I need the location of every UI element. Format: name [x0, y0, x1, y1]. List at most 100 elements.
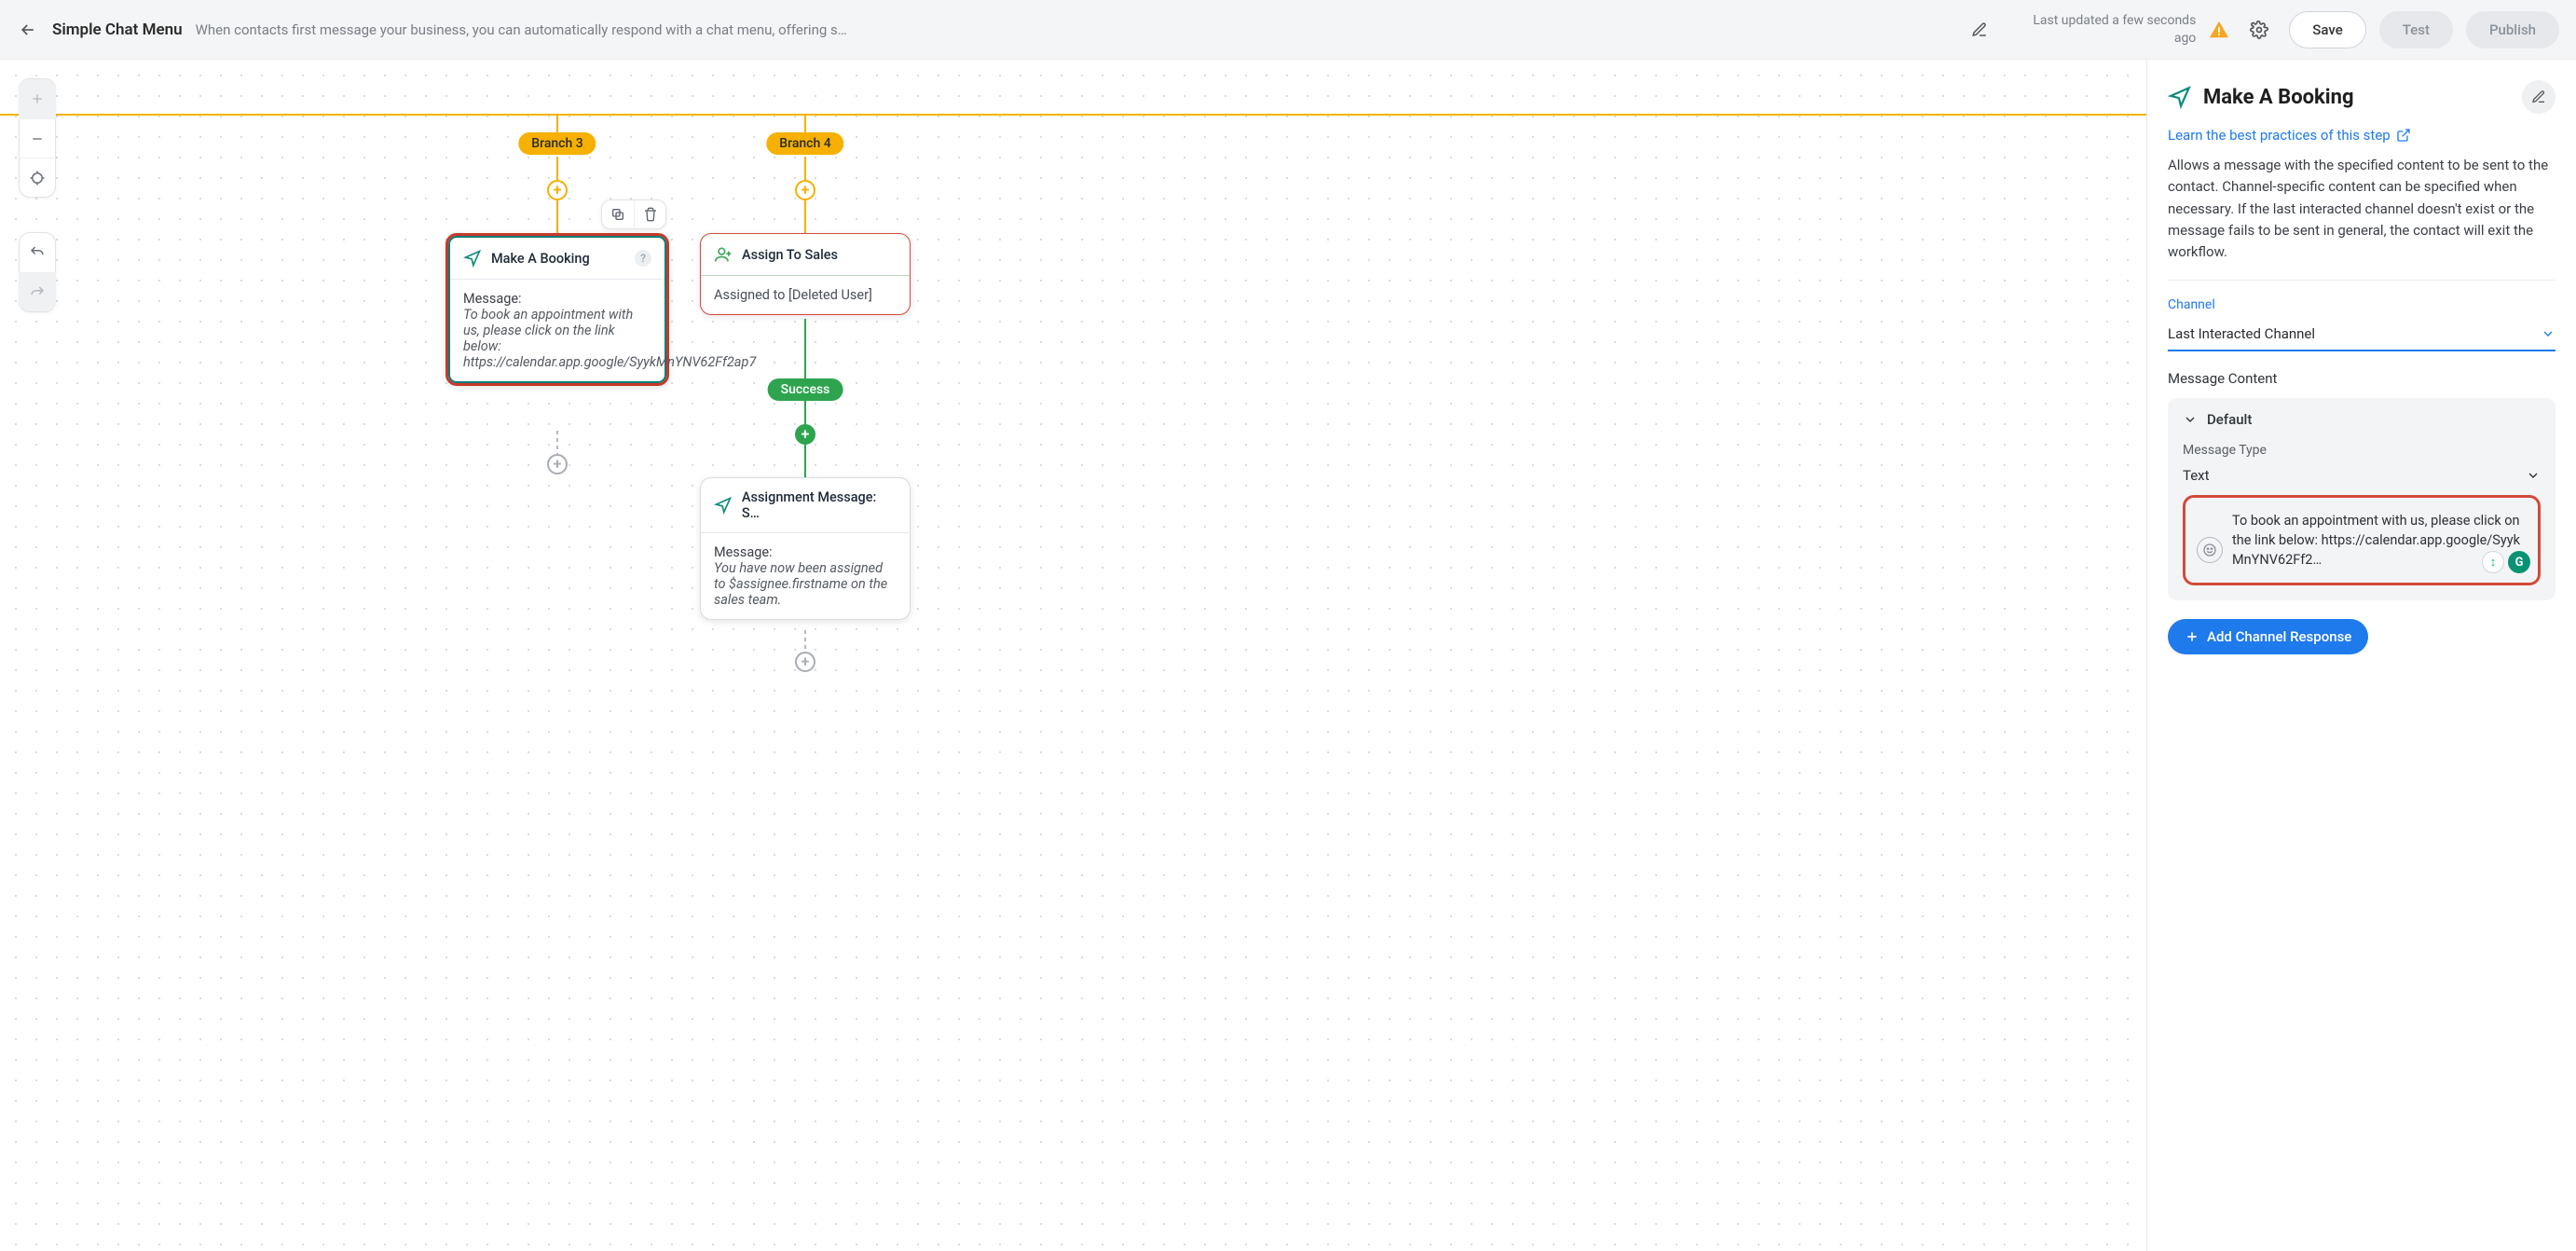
workflow-description: When contacts first message your busines…: [196, 21, 1951, 38]
branch-pill[interactable]: Branch 4: [766, 132, 843, 155]
add-channel-response-button[interactable]: Add Channel Response: [2168, 619, 2368, 654]
branch-pill[interactable]: Branch 3: [518, 132, 596, 155]
test-button[interactable]: Test: [2379, 11, 2453, 48]
channel-select[interactable]: Last Interacted Channel: [2168, 320, 2555, 351]
connector-line: [556, 200, 558, 233]
learn-more-link[interactable]: Learn the best practices of this step: [2168, 127, 2555, 144]
channel-label: Channel: [2168, 297, 2555, 312]
default-response-card: Default Message Type Text To book an app…: [2168, 398, 2555, 600]
redo-icon: [29, 284, 46, 301]
chevron-down-icon: [2526, 468, 2541, 483]
connector-line: [556, 431, 558, 455]
crosshair-icon: [29, 170, 46, 186]
add-step-button[interactable]: +: [795, 652, 815, 672]
delete-node-button[interactable]: [634, 200, 665, 228]
undo-button[interactable]: [19, 233, 56, 272]
branch-label: Branch 3: [531, 136, 582, 151]
default-label: Default: [2207, 411, 2252, 428]
emoji-picker-button[interactable]: [2197, 537, 2223, 563]
edit-step-name-button[interactable]: [2522, 80, 2555, 114]
connector-line: [804, 401, 806, 425]
zoom-panel: [19, 78, 56, 198]
connector-line: [556, 157, 558, 181]
outcome-pill: Success: [768, 378, 843, 401]
node-actions: [601, 199, 666, 229]
panel-description: Allows a message with the specified cont…: [2168, 155, 2555, 263]
grammarly-widget: ↕ G: [2482, 551, 2530, 573]
add-step-button[interactable]: +: [547, 454, 568, 474]
branch-label: Branch 4: [779, 136, 830, 151]
zoom-out-button[interactable]: [19, 118, 56, 158]
learn-more-label: Learn the best practices of this step: [2168, 127, 2391, 144]
last-updated-text: Last updated a few seconds ago: [2009, 12, 2196, 46]
save-button[interactable]: Save: [2289, 11, 2365, 48]
canvas-dot-grid: [0, 60, 2146, 1251]
chevron-down-icon: [2541, 326, 2555, 341]
node-message-preview: You have now been assigned to $assignee.…: [714, 560, 887, 608]
message-type-value: Text: [2183, 467, 2210, 484]
rename-button[interactable]: [1963, 13, 1996, 47]
node-make-booking[interactable]: Make A Booking ? Message: To book an app…: [445, 233, 669, 386]
outcome-label: Success: [781, 382, 830, 397]
trigger-line: [0, 114, 2146, 116]
send-message-icon: [463, 249, 482, 268]
connector-line: [804, 114, 806, 132]
connector-line: [556, 114, 558, 132]
alert-triangle-icon: [2209, 20, 2229, 40]
node-title: Assignment Message: S…: [742, 489, 897, 521]
send-message-icon: [714, 496, 733, 515]
node-assignment-message[interactable]: Assignment Message: S… Message: You have…: [700, 477, 911, 620]
workflow-title: Simple Chat Menu: [52, 21, 183, 39]
copy-icon: [610, 207, 625, 222]
grammarly-arrow-icon[interactable]: ↕: [2482, 551, 2504, 573]
recenter-button[interactable]: [19, 158, 56, 197]
grammarly-g-icon[interactable]: G: [2508, 551, 2530, 573]
add-step-button[interactable]: +: [795, 424, 815, 445]
plus-icon: [30, 91, 45, 106]
panel-title: Make A Booking: [2203, 86, 2511, 109]
duplicate-node-button[interactable]: [602, 200, 634, 228]
node-field-label: Message:: [463, 291, 651, 307]
settings-button[interactable]: [2242, 13, 2276, 47]
add-channel-label: Add Channel Response: [2207, 628, 2351, 645]
collapse-toggle[interactable]: Default: [2183, 411, 2541, 428]
top-bar: Simple Chat Menu When contacts first mes…: [0, 0, 2576, 60]
add-step-button[interactable]: +: [795, 180, 815, 200]
pencil-icon: [1971, 21, 1988, 38]
connector-line: [804, 630, 806, 653]
connector-line: [804, 157, 806, 181]
node-title: Assign To Sales: [742, 247, 838, 263]
plus-icon: [2185, 629, 2199, 644]
history-panel: [19, 232, 56, 312]
gear-icon: [2250, 21, 2268, 39]
connector-line: [804, 200, 806, 234]
node-title: Make A Booking: [491, 251, 590, 267]
redo-button[interactable]: [19, 272, 56, 311]
message-type-label: Message Type: [2183, 443, 2541, 458]
warning-button[interactable]: [2209, 20, 2229, 40]
publish-button[interactable]: Publish: [2466, 11, 2559, 48]
trash-icon: [643, 207, 658, 222]
arrow-left-icon: [19, 21, 37, 39]
minus-icon: [30, 131, 45, 146]
node-assign-sales[interactable]: Assign To Sales Assigned to [Deleted Use…: [700, 233, 911, 315]
channel-value: Last Interacted Channel: [2168, 325, 2315, 342]
chevron-down-icon: [2183, 412, 2198, 427]
send-message-icon: [2168, 85, 2192, 109]
assign-user-icon: [714, 245, 733, 264]
help-icon[interactable]: ?: [635, 250, 651, 267]
zoom-in-button[interactable]: [19, 79, 56, 118]
step-details-panel: Make A Booking Learn the best practices …: [2147, 60, 2576, 1251]
add-step-button[interactable]: +: [547, 180, 568, 200]
divider: [2168, 280, 2555, 281]
pencil-icon: [2531, 89, 2546, 104]
smile-icon: [2202, 543, 2217, 557]
undo-icon: [29, 244, 46, 261]
node-field-label: Message:: [714, 544, 897, 560]
workflow-canvas[interactable]: Branch 3 + Make A Booking ? Message:: [0, 60, 2147, 1251]
back-button[interactable]: [17, 19, 39, 41]
message-type-select[interactable]: Text: [2183, 467, 2541, 484]
node-body-text: Assigned to [Deleted User]: [714, 287, 872, 303]
message-text-input[interactable]: To book an appointment with us, please c…: [2183, 495, 2541, 585]
external-link-icon: [2396, 128, 2411, 143]
